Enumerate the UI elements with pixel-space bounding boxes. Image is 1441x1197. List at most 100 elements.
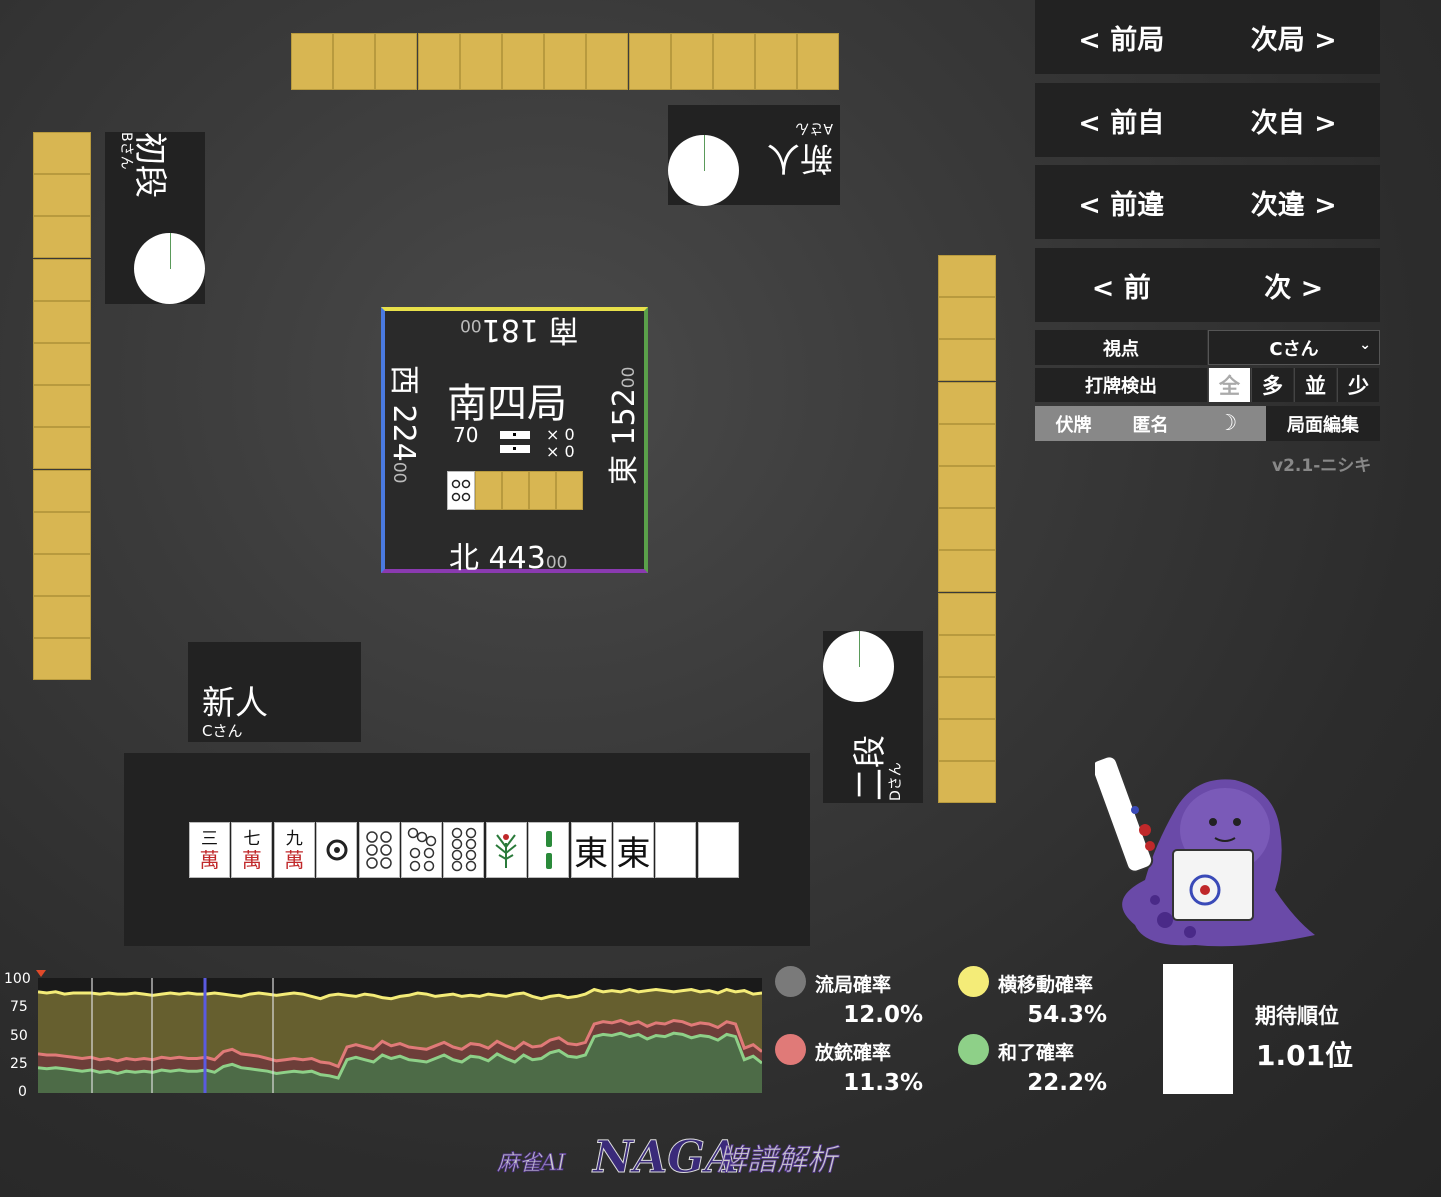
honba-count: 70	[453, 423, 479, 447]
score-north: 北 44300	[449, 541, 568, 576]
hand-tile[interactable]	[401, 822, 442, 878]
draw-value: 12.0%	[843, 1002, 923, 1028]
stick-icon	[500, 429, 530, 457]
hand-tile[interactable]: 東	[613, 822, 654, 878]
dark-mode-toggle[interactable]: ☽	[1189, 406, 1266, 441]
opponent-tile-back	[33, 469, 91, 512]
opponent-tile-back	[33, 385, 91, 428]
hand-tile[interactable]	[316, 822, 358, 878]
player-panel-right: 二段 Dさん	[823, 631, 923, 803]
opponent-tile-back	[938, 677, 996, 719]
opponent-tile-back	[938, 297, 996, 340]
detect-option-0[interactable]: 全	[1208, 368, 1250, 402]
opponent-tile-back	[938, 634, 996, 677]
hand-tile[interactable]: 東	[570, 822, 612, 878]
prev-button[interactable]: < 前	[1092, 266, 1151, 305]
chevron-down-icon: ⌄	[1359, 337, 1371, 353]
detect-option-1[interactable]: 多	[1251, 368, 1293, 402]
version-label: v2.1-ニシキ	[1272, 456, 1372, 476]
win-dot	[958, 1034, 989, 1065]
opponent-tile-back	[33, 427, 91, 470]
opponent-tile-back	[333, 33, 376, 90]
detect-option-3[interactable]: 少	[1337, 368, 1379, 402]
naga-mascot-image	[1095, 755, 1315, 947]
player-panel-top: 新人 Aさん	[668, 105, 840, 206]
opponent-tile-back	[938, 255, 996, 297]
nav-self-row: < 前自 次自 >	[1035, 83, 1380, 157]
y-tick-75: 75	[10, 999, 28, 1015]
pin-1-icon	[326, 839, 348, 861]
opponent-tile-back	[713, 33, 755, 90]
viewpoint-select[interactable]: Cさん ⌄	[1208, 330, 1380, 365]
prev-self-button[interactable]: < 前自	[1078, 101, 1164, 140]
hand-tile-blank[interactable]	[655, 822, 697, 878]
viewpoint-label: 視点	[1035, 330, 1207, 365]
pin-4-icon	[451, 479, 471, 502]
probability-chart[interactable]	[38, 978, 762, 1093]
tile-suit: 萬	[284, 847, 305, 872]
opponent-tile-back	[938, 550, 996, 593]
opponent-tile-back	[33, 174, 91, 217]
hand-tile[interactable]: 三萬	[189, 822, 230, 878]
anonymous-button[interactable]: 匿名	[1112, 406, 1189, 441]
center-board: 南 18100 西 22400 東 15200 北 44300 南四局 70 ×…	[381, 307, 648, 576]
dead-wall-tiles	[475, 471, 583, 510]
hand-tile[interactable]: 九萬	[273, 822, 315, 878]
opponent-tile-back	[417, 33, 460, 90]
tile-rank: 三	[201, 828, 218, 849]
detect-label: 打牌検出	[1035, 368, 1207, 402]
hand-tile[interactable]	[528, 822, 570, 878]
opponent-tile-back	[938, 719, 996, 762]
opponent-tile-back	[938, 423, 996, 466]
opponent-tile-back	[459, 33, 502, 90]
top-player-pie-icon	[668, 135, 739, 206]
prev-diff-button[interactable]: < 前違	[1078, 183, 1164, 222]
prev-round-button[interactable]: < 前局	[1078, 18, 1164, 57]
left-player-name: Bさん	[118, 132, 134, 170]
hand-tile[interactable]	[443, 822, 485, 878]
next-button[interactable]: 次 >	[1264, 266, 1323, 305]
hand-tile[interactable]	[485, 822, 527, 878]
opponent-tile-back	[628, 33, 671, 90]
hide-tiles-button[interactable]: 伏牌	[1035, 406, 1112, 441]
tile-suit: 萬	[241, 847, 262, 872]
left-player-pie-icon	[134, 233, 205, 304]
player-panel-left: 初段 Bさん	[105, 132, 205, 304]
top-player-rank: 新人	[767, 139, 833, 178]
tile-rank: 七	[243, 828, 261, 849]
naga-logo: 麻雀AI NAGA 牌譜解析	[497, 1132, 841, 1181]
player-panel-self: 新人 Cさん	[188, 642, 361, 742]
next-round-button[interactable]: 次局 >	[1251, 18, 1337, 57]
right-player-pie-icon	[823, 631, 894, 702]
opponent-tile-back	[938, 339, 996, 382]
opponent-tile-back	[33, 511, 91, 554]
opponent-tile-back	[33, 216, 91, 259]
opponent-tile-back	[755, 33, 798, 90]
next-diff-button[interactable]: 次違 >	[1251, 183, 1337, 222]
deal-in-value: 11.3%	[843, 1070, 923, 1096]
hand-tile[interactable]	[358, 822, 400, 878]
svg-text:麻雀AI: 麻雀AI	[497, 1151, 567, 1176]
opponent-tile-back	[33, 132, 91, 174]
moon-icon: ☽	[1217, 411, 1238, 436]
draw-label: 流局確率	[815, 974, 892, 996]
sou-2-icon	[545, 831, 552, 869]
detect-option-2[interactable]: 並	[1294, 368, 1336, 402]
edit-position-button[interactable]: 局面編集	[1266, 406, 1380, 441]
opponent-tile-back	[938, 381, 996, 424]
opponent-tile-back	[586, 33, 629, 90]
opponent-tile-back	[33, 343, 91, 385]
tile-honor: 東	[574, 833, 609, 874]
opponent-tile-back	[938, 761, 996, 804]
score-west: 西 22400	[386, 365, 421, 484]
move-label: 横移動確率	[998, 974, 1094, 996]
pin-7-icon	[407, 827, 436, 872]
hand-tile[interactable]: 七萬	[231, 822, 273, 878]
opponent-tile-back	[938, 508, 996, 551]
opponent-tile-back	[375, 33, 418, 90]
nav-round-row: < 前局 次局 >	[1035, 0, 1380, 74]
viewpoint-select-value: Cさん	[1269, 338, 1319, 360]
sou-1-icon	[495, 834, 517, 868]
hand-tile-blank[interactable]	[697, 822, 739, 878]
next-self-button[interactable]: 次自 >	[1251, 101, 1337, 140]
